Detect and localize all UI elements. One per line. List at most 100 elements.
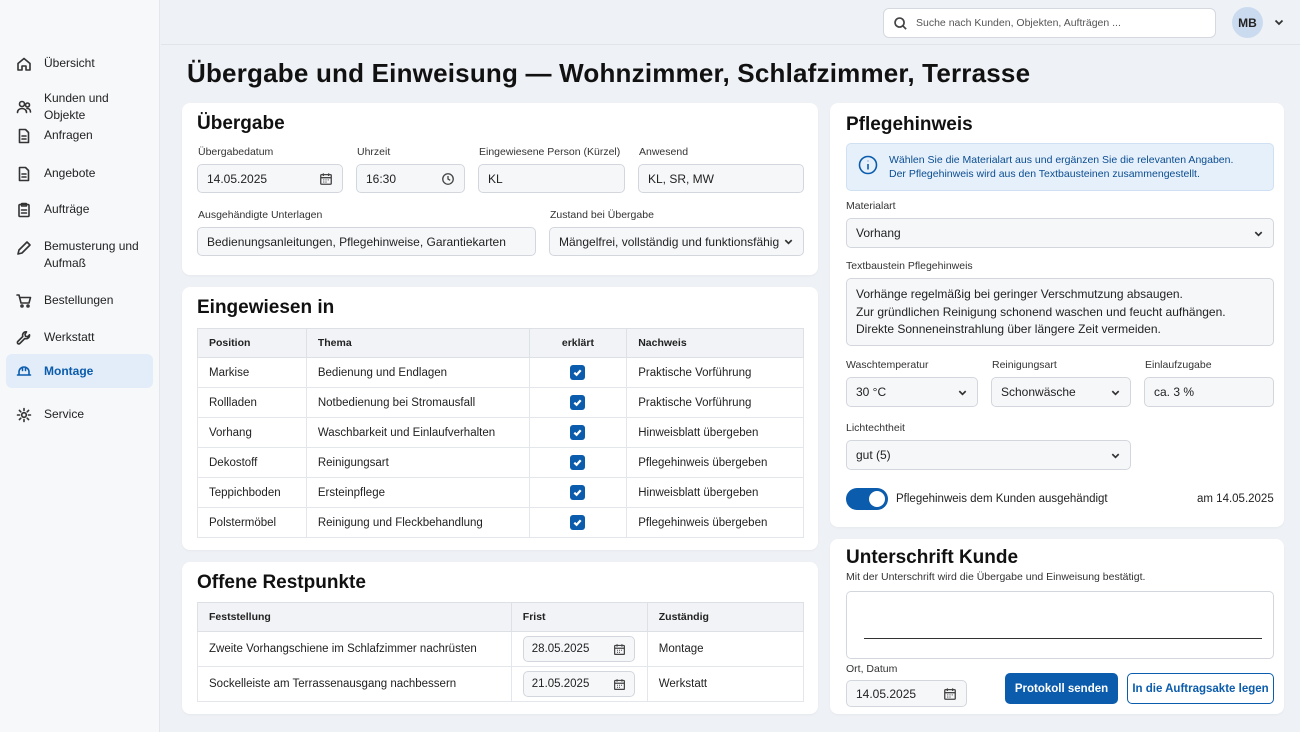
topic-cell: Waschbarkeit und Einlaufverhalten bbox=[305, 417, 530, 448]
column-header: Frist bbox=[510, 602, 648, 632]
sidebar-item-service[interactable]: Service bbox=[6, 400, 153, 429]
handover-date-value: 14.05.2025 bbox=[207, 171, 268, 186]
sidebar-item-label: Kunden und Objekte bbox=[44, 91, 109, 122]
deadline-date-field[interactable]: 28.05.2025 bbox=[522, 636, 635, 662]
material-value: Vorhang bbox=[856, 226, 901, 240]
calendar-icon[interactable] bbox=[613, 643, 626, 656]
present-label: Anwesend bbox=[639, 146, 689, 158]
proof-cell: Hinweisblatt übergeben bbox=[626, 477, 804, 508]
shrink-value: ca. 3 % bbox=[1154, 385, 1195, 399]
search-box[interactable] bbox=[883, 8, 1216, 38]
explained-cell bbox=[528, 477, 628, 508]
open-items-title: Offene Restpunkte bbox=[197, 572, 366, 593]
care-text-label: Textbaustein Pflegehinweis bbox=[846, 260, 973, 272]
sidebar-item-uebersicht[interactable]: Übersicht bbox=[6, 49, 153, 78]
position-cell: Dekostoff bbox=[197, 447, 307, 478]
sidebar-item-label: Werkstatt bbox=[44, 330, 95, 344]
explained-checkbox[interactable] bbox=[570, 484, 586, 500]
lightfast-select[interactable]: gut (5) bbox=[846, 440, 1131, 470]
sidebar-item-label: Übersicht bbox=[44, 56, 95, 70]
wash-temp-select[interactable]: 30 °C bbox=[846, 377, 978, 407]
clock-icon[interactable] bbox=[441, 172, 455, 186]
instructed-person-field[interactable]: KL bbox=[478, 164, 625, 193]
topic-cell: Notbedienung bei Stromausfall bbox=[305, 387, 530, 418]
explained-checkbox[interactable] bbox=[570, 514, 586, 530]
handover-date-field[interactable]: 14.05.2025 bbox=[197, 164, 343, 193]
avatar[interactable]: MB bbox=[1232, 7, 1263, 38]
checkmark-icon bbox=[573, 458, 582, 466]
material-select[interactable]: Vorhang bbox=[846, 218, 1274, 248]
condition-value: Mängelfrei, vollständig und funktionsfäh… bbox=[559, 234, 780, 249]
search-input[interactable] bbox=[916, 17, 1206, 29]
instruction-table: Position Thema erklärt Nachweis Markise … bbox=[197, 328, 804, 538]
info-line: Wählen Sie die Materialart aus und ergän… bbox=[889, 154, 1234, 166]
send-protocol-button[interactable]: Protokoll senden bbox=[1005, 673, 1118, 704]
table-header-row: Feststellung Frist Zuständig bbox=[197, 602, 805, 632]
signature-pad[interactable] bbox=[846, 591, 1274, 659]
sidebar-item-bestellungen[interactable]: Bestellungen bbox=[6, 286, 153, 315]
sidebar-item-anfragen[interactable]: Anfragen bbox=[6, 121, 153, 150]
handed-toggle[interactable] bbox=[846, 488, 888, 510]
deadline-date-value: 21.05.2025 bbox=[531, 678, 590, 690]
explained-checkbox[interactable] bbox=[570, 454, 586, 470]
handover-date-label: Übergabedatum bbox=[198, 146, 274, 158]
sidebar-item-angebote[interactable]: Angebote bbox=[6, 159, 153, 188]
column-header: Zuständig bbox=[646, 602, 805, 632]
search-icon bbox=[894, 16, 907, 30]
info-icon bbox=[858, 155, 878, 175]
cleaning-select[interactable]: Schonwäsche bbox=[991, 377, 1131, 407]
file-to-order-button[interactable]: In die Auftragsakte legen bbox=[1127, 673, 1274, 704]
pen-icon bbox=[17, 241, 31, 255]
care-text-area[interactable]: Vorhänge regelmäßig bei geringer Verschm… bbox=[846, 278, 1274, 346]
top-bar: MB bbox=[161, 0, 1300, 45]
sidebar-item-werkstatt[interactable]: Werkstatt bbox=[6, 323, 153, 352]
present-field[interactable]: KL, SR, MW bbox=[638, 164, 804, 193]
topic-cell: Reinigungsart bbox=[305, 447, 530, 478]
sidebar-item-label: Bestellungen bbox=[44, 293, 114, 307]
condition-select[interactable]: Mängelfrei, vollständig und funktionsfäh… bbox=[549, 227, 804, 256]
table-row: Polstermöbel Reinigung und Fleckbehandlu… bbox=[197, 507, 804, 538]
explained-checkbox[interactable] bbox=[570, 364, 586, 380]
calendar-icon[interactable] bbox=[613, 678, 626, 691]
explained-cell bbox=[528, 357, 628, 388]
chevron-down-icon bbox=[1111, 390, 1120, 396]
users-icon bbox=[16, 100, 32, 114]
explained-cell bbox=[528, 507, 628, 538]
explained-checkbox[interactable] bbox=[570, 394, 586, 410]
calendar-icon[interactable] bbox=[319, 172, 333, 186]
sidebar-item-label: Service bbox=[44, 407, 85, 421]
wash-temp-label: Waschtemperatur bbox=[846, 359, 929, 371]
calendar-icon[interactable] bbox=[943, 687, 957, 701]
present-value: KL, SR, MW bbox=[648, 171, 715, 186]
sidebar-item-auftraege[interactable]: Aufträge bbox=[6, 195, 153, 224]
position-cell: Teppichboden bbox=[197, 477, 307, 508]
table-row: Sockelleiste am Terrassenausgang nachbes… bbox=[197, 666, 805, 702]
shrink-field[interactable]: ca. 3 % bbox=[1144, 377, 1274, 407]
sidebar-item-montage[interactable]: Montage bbox=[6, 354, 153, 388]
sidebar-item-label: Montage bbox=[44, 363, 94, 378]
explained-cell bbox=[528, 447, 628, 478]
instructed-person-value: KL bbox=[488, 171, 503, 186]
deadline-cell: 21.05.2025 bbox=[510, 666, 648, 702]
responsible-cell: Werkstatt bbox=[646, 666, 805, 702]
table-row: Zweite Vorhangschiene im Schlafzimmer na… bbox=[197, 631, 805, 667]
documents-field[interactable]: Bedienungsanleitungen, Pflegehinweise, G… bbox=[197, 227, 536, 256]
table-row: Vorhang Waschbarkeit und Einlaufverhalte… bbox=[197, 417, 804, 448]
care-text-line: Zur gründlichen Reinigung schonend wasch… bbox=[856, 304, 1226, 319]
signature-line bbox=[864, 638, 1262, 639]
topic-cell: Ersteinpflege bbox=[305, 477, 530, 508]
place-date-label: Ort, Datum bbox=[846, 663, 898, 675]
handover-time-label: Uhrzeit bbox=[357, 146, 391, 158]
checkmark-icon bbox=[573, 398, 582, 406]
deadline-date-field[interactable]: 21.05.2025 bbox=[522, 671, 635, 697]
chevron-down-icon[interactable] bbox=[1273, 16, 1285, 28]
table-row: Teppichboden Ersteinpflege Hinweisblatt … bbox=[197, 477, 804, 508]
table-row: Dekostoff Reinigungsart Pflegehinweis üb… bbox=[197, 447, 804, 478]
position-cell: Rollladen bbox=[197, 387, 307, 418]
chevron-down-icon bbox=[784, 239, 793, 245]
sidebar-item-bemusterung[interactable]: Bemusterung und Aufmaß bbox=[6, 232, 153, 278]
place-date-field[interactable]: 14.05.2025 bbox=[846, 680, 967, 707]
handover-time-field[interactable]: 16:30 bbox=[356, 164, 465, 193]
document-icon bbox=[18, 166, 30, 181]
explained-checkbox[interactable] bbox=[570, 424, 586, 440]
